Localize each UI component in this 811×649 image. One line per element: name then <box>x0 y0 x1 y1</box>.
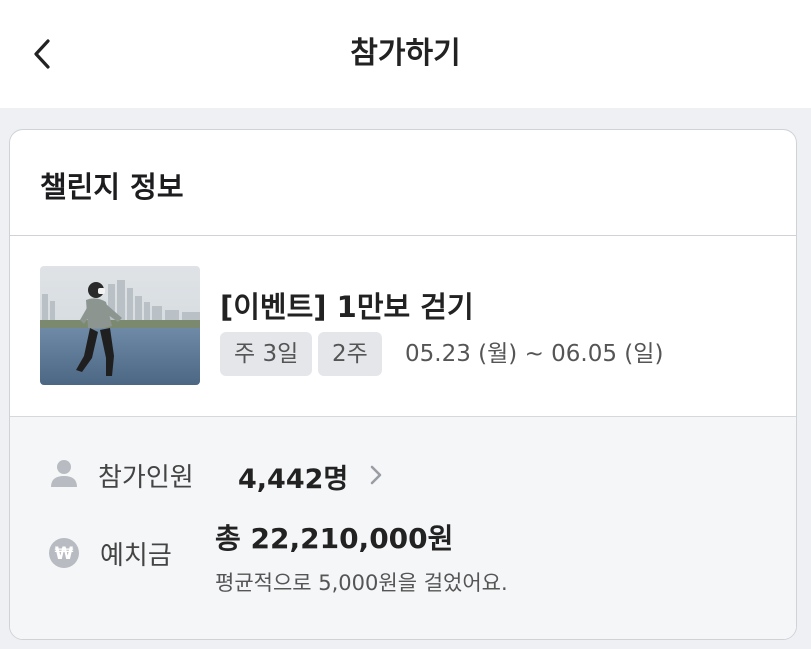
challenge-thumbnail <box>40 266 200 385</box>
deposit-total: 총 22,210,000원 <box>215 522 454 555</box>
person-icon <box>48 457 80 489</box>
deposit-average-note: 평균적으로 5,000원을 걸었어요. <box>215 571 508 595</box>
challenge-summary: [이벤트] 1만보 걷기 주 3일 2주 05.23 (월) ~ 06.05 (… <box>10 236 796 417</box>
chevron-right-icon <box>370 465 382 485</box>
won-coin-icon: ₩ <box>48 537 80 569</box>
challenge-stats: 참가인원 4,442명 ₩ 예치금 총 22,210,000원 평균적으로 5,… <box>10 417 796 639</box>
card-header: 챌린지 정보 <box>10 130 796 236</box>
svg-text:₩: ₩ <box>55 544 74 564</box>
participants-count[interactable]: 4,442명 <box>238 457 348 496</box>
app-header: 참가하기 <box>0 0 811 108</box>
page-title: 참가하기 <box>350 36 461 71</box>
challenge-title: [이벤트] 1만보 걷기 <box>220 290 474 324</box>
duration-chip: 2주 <box>318 332 382 376</box>
walking-woman-photo <box>40 266 200 385</box>
participants-label: 참가인원 <box>98 463 194 493</box>
frequency-chip: 주 3일 <box>220 332 313 376</box>
participants-detail-button[interactable] <box>366 462 386 488</box>
section-title: 챌린지 정보 <box>40 170 184 204</box>
challenge-info-card: 챌린지 정보 [이벤트] 1만보 걷기 주 3일 2주 05.23 (월) ~ … <box>9 129 797 640</box>
deposit-label: 예치금 <box>100 541 172 571</box>
challenge-period: 05.23 (월) ~ 06.05 (일) <box>405 341 664 367</box>
